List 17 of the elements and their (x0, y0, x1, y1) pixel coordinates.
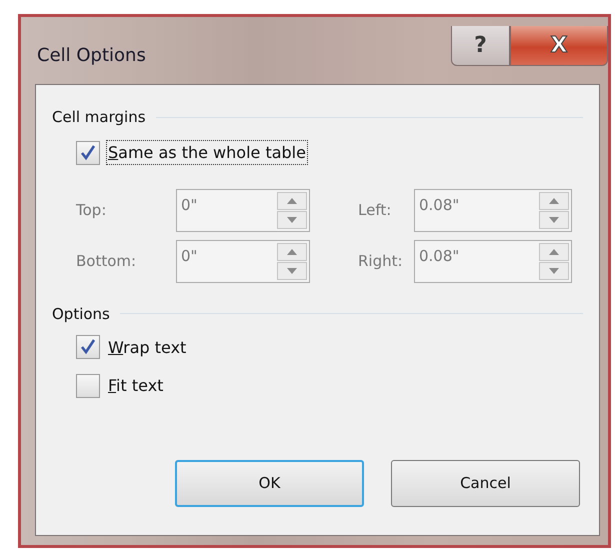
checkbox-label[interactable]: Wrap text (106, 334, 188, 360)
group-heading: Cell margins (52, 108, 146, 126)
ok-button[interactable]: OK (175, 460, 364, 506)
help-button[interactable]: ? (451, 26, 510, 66)
checkbox-label[interactable]: Same as the whole table (106, 140, 308, 165)
field-label: Bottom: (76, 252, 138, 270)
checkbox-label[interactable]: Fit text (106, 373, 166, 398)
checkbox[interactable] (76, 335, 100, 359)
checkbox[interactable] (76, 140, 100, 164)
group-heading: Options (52, 304, 110, 322)
checkbox[interactable] (76, 374, 100, 398)
field-label: Top: (76, 201, 108, 219)
close-button[interactable]: X (510, 26, 608, 66)
window-title: Cell Options (37, 45, 146, 66)
cancel-button[interactable]: Cancel (391, 460, 580, 506)
field-label: Right: (358, 252, 404, 270)
field-label: Left: (358, 201, 392, 219)
